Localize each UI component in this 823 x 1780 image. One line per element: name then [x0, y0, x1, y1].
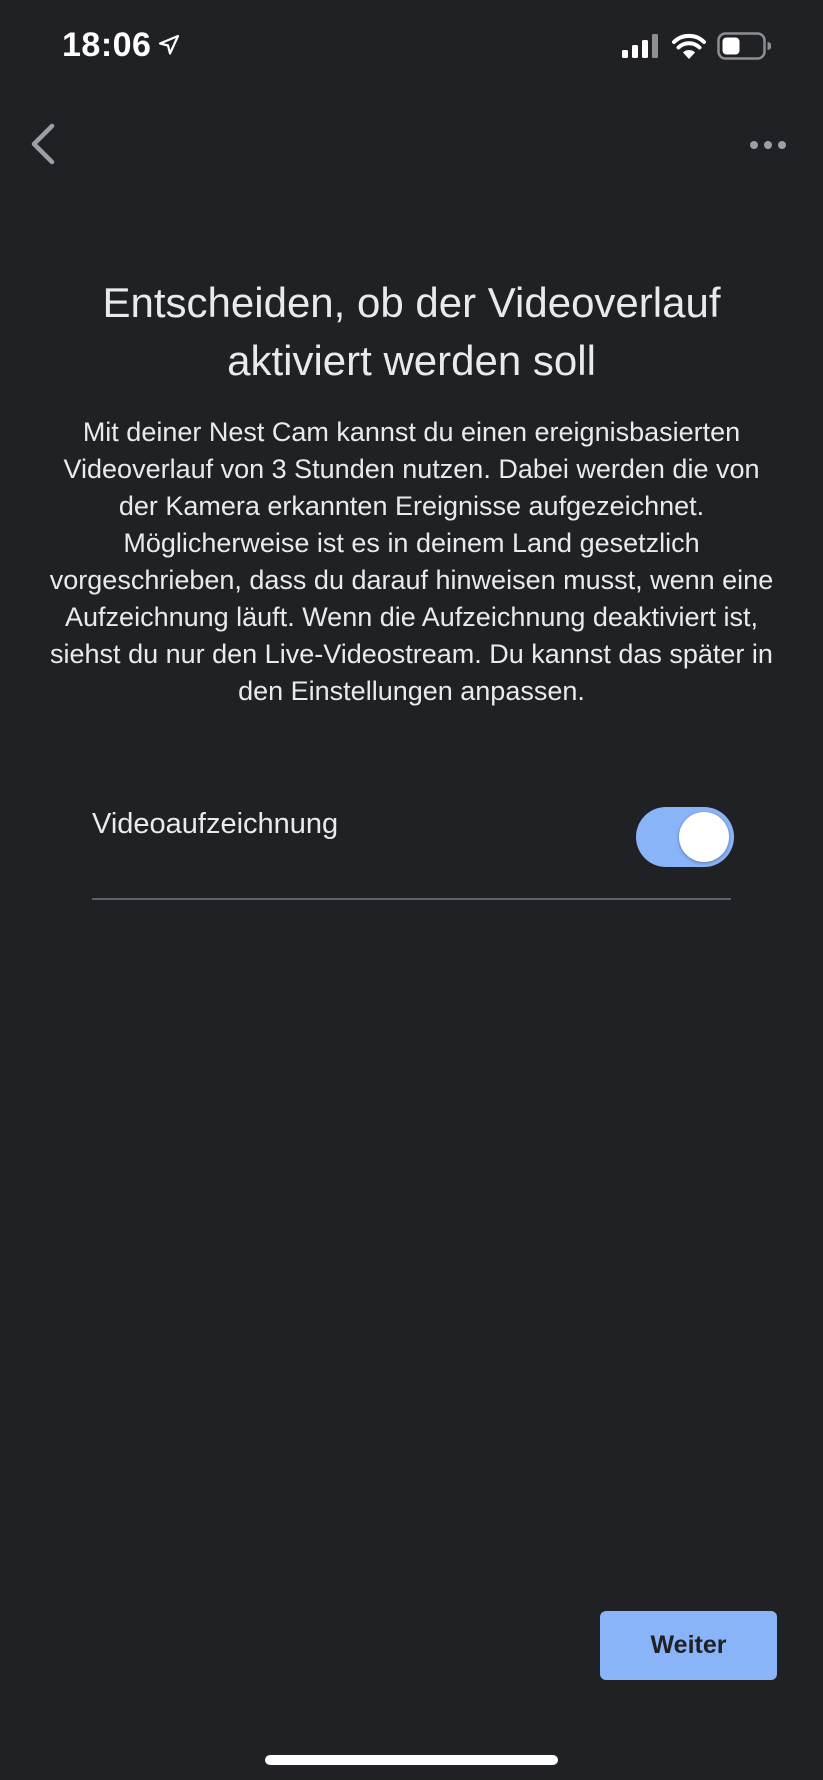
status-bar: 18:06	[0, 0, 823, 92]
back-button[interactable]	[22, 118, 66, 170]
battery-icon	[717, 32, 771, 60]
video-recording-toggle[interactable]	[636, 807, 734, 867]
description-text: Mit deiner Nest Cam kannst du einen erei…	[49, 417, 774, 706]
toggle-knob	[679, 812, 729, 862]
video-recording-setting-row: Videoaufzeichnung	[92, 790, 734, 900]
location-arrow-icon	[158, 34, 180, 55]
video-recording-label: Videoaufzeichnung	[92, 808, 339, 840]
page-title: Entscheiden, ob der Videoverlauf aktivie…	[102, 279, 721, 384]
cellular-signal-icon	[622, 34, 658, 58]
wifi-icon	[672, 33, 706, 59]
more-options-button[interactable]	[746, 128, 790, 162]
next-button[interactable]: Weiter	[600, 1611, 777, 1680]
home-indicator[interactable]	[265, 1755, 558, 1765]
status-time: 18:06	[62, 26, 152, 64]
